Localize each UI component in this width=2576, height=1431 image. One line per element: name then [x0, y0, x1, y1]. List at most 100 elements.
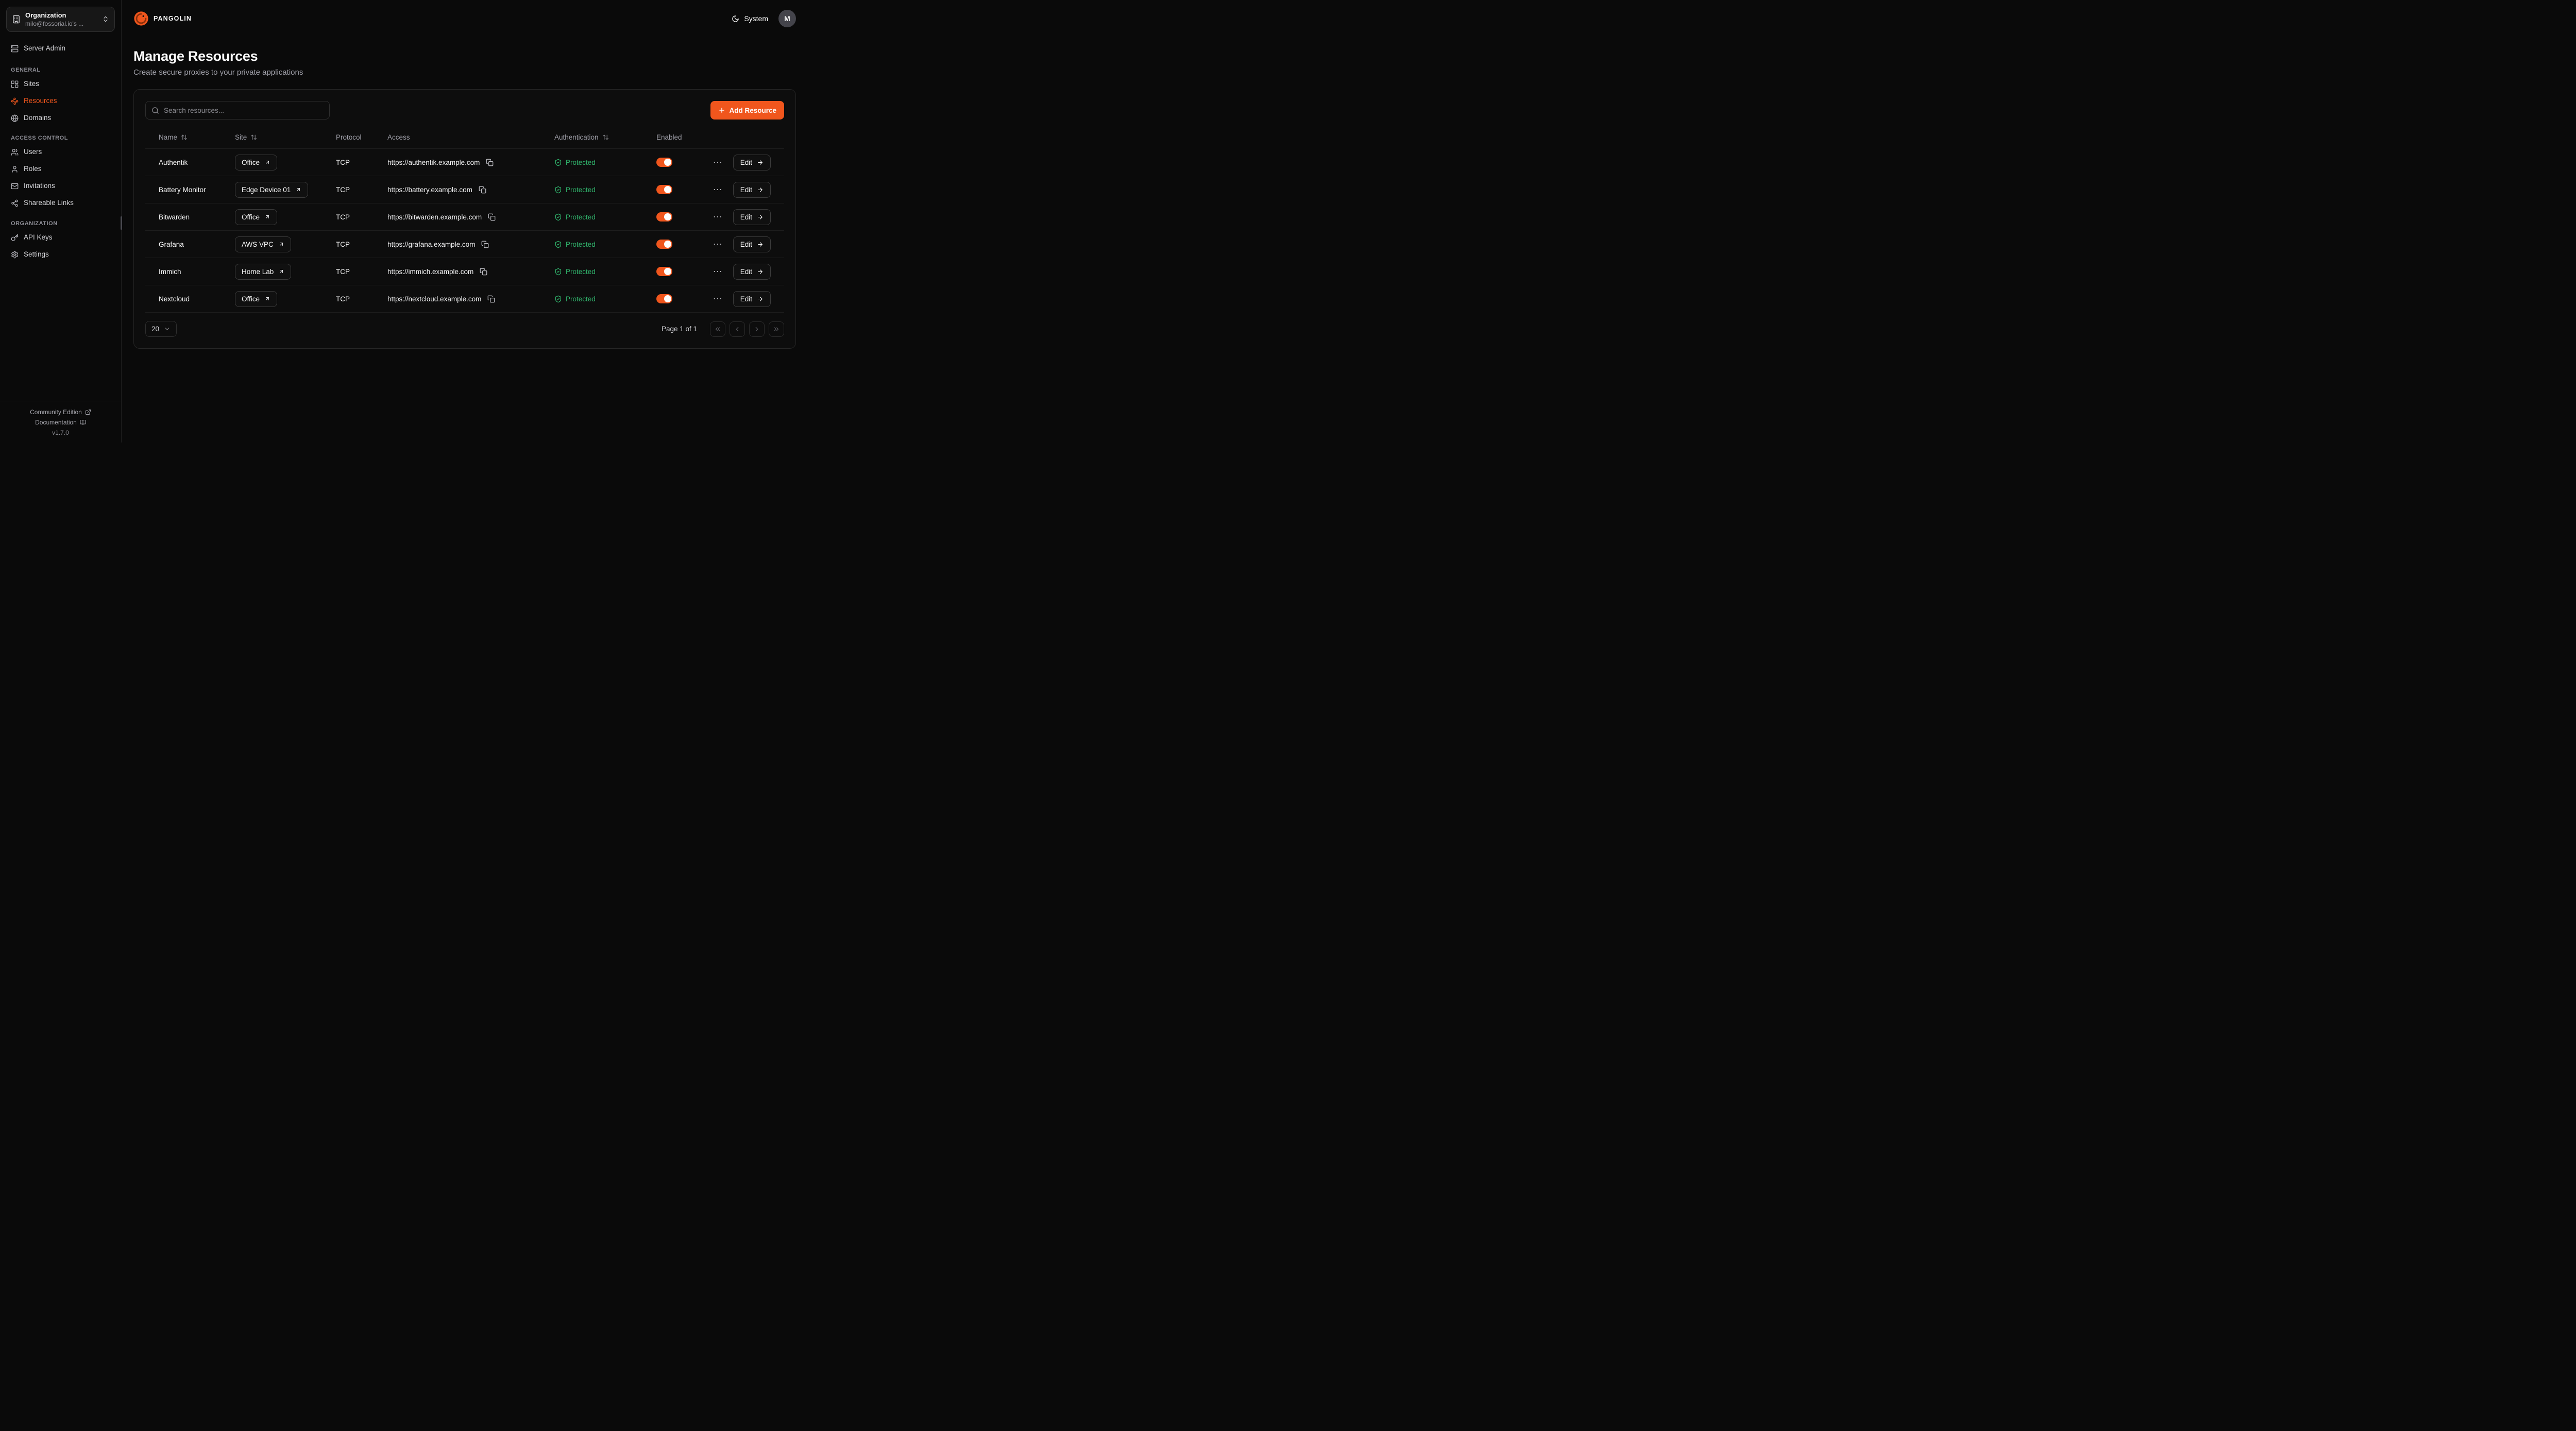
column-header-access: Access [382, 133, 549, 141]
users-icon [11, 148, 19, 156]
globe-icon [11, 114, 19, 122]
chevron-left-icon [734, 326, 741, 333]
row-menu-button[interactable]: ⋯ [711, 184, 725, 195]
page-size-select[interactable]: 20 [145, 321, 177, 337]
row-menu-button[interactable]: ⋯ [711, 157, 725, 168]
sort-icon [250, 134, 257, 141]
sidebar-item-resources[interactable]: Resources [6, 93, 115, 110]
edit-button[interactable]: Edit [733, 182, 771, 198]
copy-icon[interactable] [480, 240, 490, 249]
sidebar-item-users[interactable]: Users [6, 144, 115, 161]
column-header-authentication[interactable]: Authentication [549, 133, 651, 141]
resource-name: Nextcloud [154, 295, 230, 303]
documentation-link[interactable]: Documentation [6, 417, 115, 428]
auth-status-badge: Protected [554, 159, 596, 166]
access-url: https://immich.example.com [387, 268, 473, 276]
arrow-right-icon [757, 268, 764, 275]
copy-icon[interactable] [486, 294, 496, 304]
copy-icon[interactable] [487, 212, 497, 222]
copy-icon[interactable] [478, 185, 487, 195]
search-input[interactable] [164, 107, 324, 114]
sidebar-resize-handle[interactable] [121, 216, 122, 230]
share-icon [11, 199, 19, 207]
sidebar-item-sites[interactable]: Sites [6, 76, 115, 93]
page-title: Manage Resources [133, 48, 796, 64]
sidebar-item-domains[interactable]: Domains [6, 110, 115, 127]
search-icon [151, 107, 159, 114]
page-info: Page 1 of 1 [662, 325, 697, 333]
section-label-access-control: ACCESS CONTROL [11, 135, 110, 141]
shield-check-icon [554, 213, 562, 221]
edit-label: Edit [740, 241, 752, 248]
enabled-toggle[interactable] [656, 294, 672, 303]
sidebar-item-label: Server Admin [24, 44, 65, 54]
copy-icon[interactable] [485, 158, 495, 167]
theme-selector-button[interactable]: System [732, 14, 768, 23]
plus-icon [718, 107, 725, 114]
user-icon [11, 165, 19, 173]
column-header-name[interactable]: Name [154, 133, 230, 141]
auth-label: Protected [566, 295, 596, 303]
edit-button[interactable]: Edit [733, 155, 771, 171]
moon-icon [732, 15, 739, 23]
pangolin-logo-icon [133, 11, 149, 26]
column-header-site[interactable]: Site [230, 133, 331, 141]
sidebar-item-label: Domains [24, 113, 51, 123]
enabled-toggle[interactable] [656, 158, 672, 167]
org-selector[interactable]: Organization milo@fossorial.io's ... [6, 7, 115, 32]
edit-button[interactable]: Edit [733, 291, 771, 307]
edit-button[interactable]: Edit [733, 236, 771, 252]
column-header-protocol: Protocol [331, 133, 382, 141]
site-link-button[interactable]: AWS VPC [235, 236, 291, 252]
resource-name: Bitwarden [154, 213, 230, 221]
enabled-toggle[interactable] [656, 267, 672, 276]
resource-name: Authentik [154, 159, 230, 166]
community-edition-link[interactable]: Community Edition [6, 407, 115, 417]
blocks-icon [11, 80, 19, 88]
gear-icon [11, 251, 19, 259]
sidebar-item-invitations[interactable]: Invitations [6, 178, 115, 195]
waypoints-icon [11, 97, 19, 105]
sidebar-item-server-admin[interactable]: Server Admin [6, 40, 115, 57]
auth-status-badge: Protected [554, 268, 596, 276]
auth-label: Protected [566, 213, 596, 221]
sidebar-item-roles[interactable]: Roles [6, 161, 115, 178]
last-page-button[interactable] [769, 321, 784, 337]
chevron-down-icon [164, 326, 171, 332]
row-menu-button[interactable]: ⋯ [711, 293, 725, 304]
resource-name: Battery Monitor [154, 186, 230, 194]
auth-label: Protected [566, 159, 596, 166]
brand-logo[interactable]: PANGOLIN [133, 11, 192, 26]
edit-label: Edit [740, 159, 752, 166]
edit-button[interactable]: Edit [733, 264, 771, 280]
site-link-button[interactable]: Office [235, 291, 277, 307]
site-link-button[interactable]: Home Lab [235, 264, 291, 280]
edit-label: Edit [740, 186, 752, 194]
brand-name: PANGOLIN [154, 15, 192, 22]
site-link-button[interactable]: Office [235, 155, 277, 171]
edit-button[interactable]: Edit [733, 209, 771, 225]
site-link-button[interactable]: Edge Device 01 [235, 182, 308, 198]
sidebar-item-api-keys[interactable]: API Keys [6, 229, 115, 246]
copy-icon[interactable] [479, 267, 488, 277]
arrow-up-right-icon [278, 241, 284, 247]
sidebar-item-settings[interactable]: Settings [6, 246, 115, 263]
enabled-toggle[interactable] [656, 185, 672, 194]
add-resource-button[interactable]: Add Resource [710, 101, 784, 120]
enabled-toggle[interactable] [656, 240, 672, 249]
row-menu-button[interactable]: ⋯ [711, 211, 725, 223]
site-link-button[interactable]: Office [235, 209, 277, 225]
row-menu-button[interactable]: ⋯ [711, 266, 725, 277]
row-menu-button[interactable]: ⋯ [711, 238, 725, 250]
shield-check-icon [554, 295, 562, 303]
version-label: v1.7.0 [6, 428, 115, 438]
avatar[interactable]: M [778, 10, 796, 27]
site-label: Office [242, 159, 260, 166]
sidebar-item-shareable-links[interactable]: Shareable Links [6, 195, 115, 212]
first-page-button[interactable] [710, 321, 725, 337]
next-page-button[interactable] [749, 321, 765, 337]
arrow-up-right-icon [295, 186, 301, 193]
enabled-toggle[interactable] [656, 212, 672, 222]
previous-page-button[interactable] [730, 321, 745, 337]
access-url: https://battery.example.com [387, 186, 472, 194]
